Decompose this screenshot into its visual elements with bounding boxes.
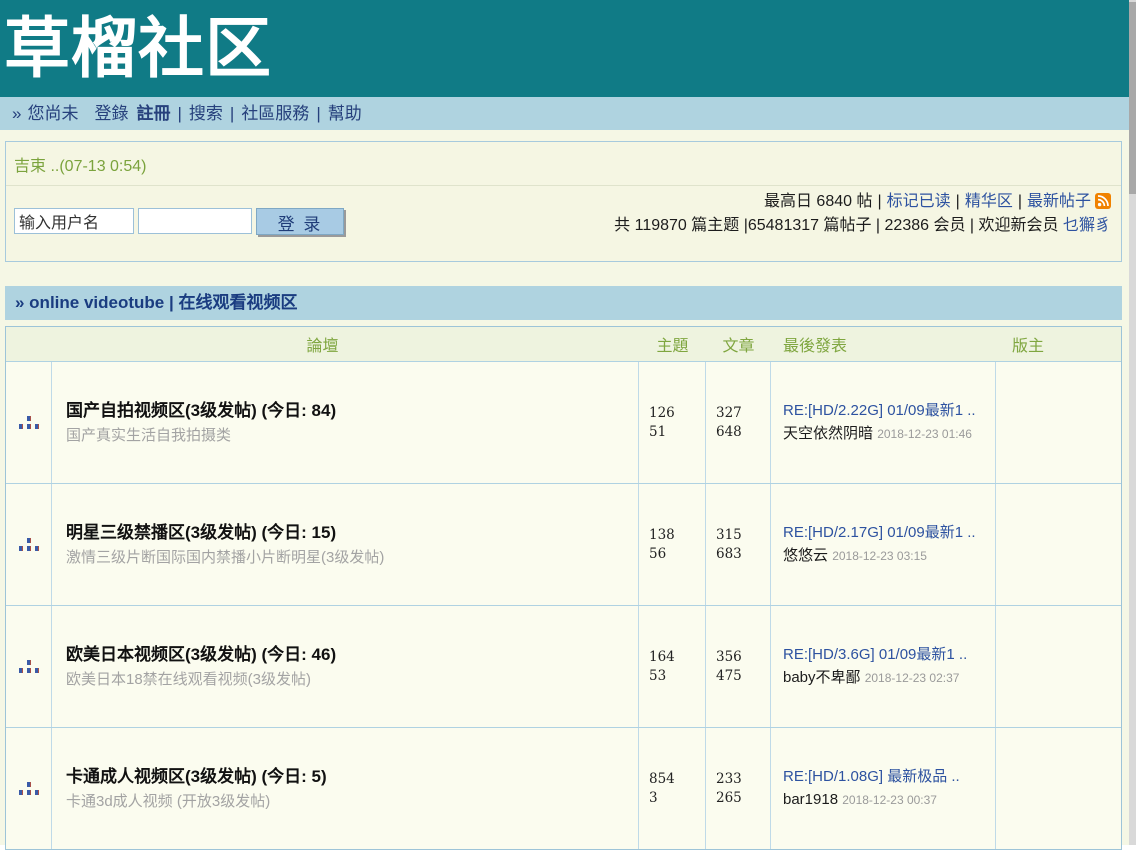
board-stats: 最高日 6840 帖|标记已读|精华区|最新帖子 共 119870 篇主题 |6… — [614, 190, 1113, 238]
topic-count: 13856 — [649, 526, 683, 562]
nav-services-link[interactable]: 社區服務 — [241, 104, 309, 123]
nav-search-link[interactable]: 搜索 — [189, 104, 223, 123]
last-post-time: 2018-12-23 03:15 — [832, 549, 927, 563]
last-post-time: 2018-12-23 02:37 — [865, 671, 960, 685]
forum-description: 欧美日本18禁在线观看视频(3级发帖) — [66, 670, 628, 690]
stats-line-2: 共 119870 篇主题 |65481317 篇帖子 | 22386 会员 | … — [614, 214, 1111, 238]
last-post-author[interactable]: 天空依然阴暗 — [783, 425, 873, 442]
forum-status-icon — [6, 728, 52, 849]
broken-image-icon — [19, 416, 39, 429]
latest-posts-link[interactable]: 最新帖子 — [1027, 193, 1091, 210]
nav-login-link[interactable]: 登錄 — [94, 104, 128, 123]
forum-title-link[interactable]: 国产自拍视频区(3级发帖) (今日: 84) — [66, 400, 628, 422]
header-posts: 文章 — [706, 332, 771, 356]
topic-count: 12651 — [649, 404, 683, 440]
site-header: 草榴社区 — [0, 0, 1129, 97]
forum-status-icon — [6, 362, 52, 483]
forum-row: 国产自拍视频区(3级发帖) (今日: 84) 国产真实生活自我拍摄类 12651… — [6, 361, 1121, 483]
header-topics: 主題 — [639, 332, 706, 356]
forum-table: 論壇 主題 文章 最後發表 版主 国产自拍视频区(3级发帖) (今日: 84) … — [5, 326, 1122, 850]
totals-text: 共 119870 篇主题 |65481317 篇帖子 | 22386 会员 | … — [614, 217, 1058, 234]
topic-count: 8543 — [649, 770, 683, 806]
broken-image-icon — [19, 782, 39, 795]
category-section-title[interactable]: » online videotube | 在线观看视频区 — [5, 286, 1122, 320]
login-button[interactable]: 登 录 — [256, 208, 344, 235]
post-count: 315683 — [716, 526, 750, 562]
forum-title-link[interactable]: 明星三级禁播区(3级发帖) (今日: 15) — [66, 522, 628, 544]
login-status-text: 您尚未 — [27, 104, 78, 123]
forum-title-link[interactable]: 卡通成人视频区(3级发帖) (今日: 5) — [66, 766, 628, 788]
notice-login-panel: 吉束 ..(07-13 0:54) 登 录 最高日 6840 帖|标记已读|精华… — [5, 141, 1122, 262]
header-last-post: 最後發表 — [771, 332, 996, 356]
moderator-cell — [996, 606, 1121, 727]
nav-separator: | — [177, 104, 181, 123]
vertical-scrollbar[interactable] — [1129, 0, 1136, 845]
broken-image-icon — [19, 538, 39, 551]
header-moderator: 版主 — [996, 332, 1121, 356]
digest-link[interactable]: 精华区 — [965, 193, 1013, 210]
post-count: 356475 — [716, 648, 750, 684]
stats-separator: | — [877, 193, 881, 210]
last-post-link[interactable]: RE:[HD/3.6G] 01/09最新1 .. — [783, 644, 987, 665]
last-post-author[interactable]: 悠悠云 — [783, 547, 828, 564]
nav-separator: | — [316, 104, 320, 123]
top-navbar: » 您尚未登錄註冊 | 搜索 | 社區服務 | 幫助 — [0, 97, 1129, 130]
moderator-cell — [996, 728, 1121, 849]
forum-row: 卡通成人视频区(3级发帖) (今日: 5) 卡通3d成人视频 (开放3级发帖) … — [6, 727, 1121, 849]
forum-title-link[interactable]: 欧美日本视频区(3级发帖) (今日: 46) — [66, 644, 628, 666]
forum-description: 卡通3d成人视频 (开放3级发帖) — [66, 792, 628, 812]
last-post-time: 2018-12-23 01:46 — [877, 427, 972, 441]
forum-status-icon — [6, 484, 52, 605]
forum-description: 激情三级片断国际国内禁播小片断明星(3级发帖) — [66, 548, 628, 568]
username-input[interactable] — [14, 208, 134, 234]
post-count: 327648 — [716, 404, 750, 440]
rss-icon[interactable] — [1095, 193, 1111, 209]
last-post-author[interactable]: bar1918 — [783, 791, 838, 808]
last-post-time: 2018-12-23 00:37 — [842, 793, 937, 807]
announcement-text[interactable]: 吉束 ..(07-13 0:54) — [6, 142, 1121, 186]
post-count: 233265 — [716, 770, 750, 806]
last-post-link[interactable]: RE:[HD/1.08G] 最新极品 .. — [783, 766, 987, 787]
forum-description: 国产真实生活自我拍摄类 — [66, 426, 628, 446]
password-input[interactable] — [138, 208, 252, 234]
mark-read-link[interactable]: 标记已读 — [887, 193, 951, 210]
moderator-cell — [996, 362, 1121, 483]
nav-help-link[interactable]: 幫助 — [328, 104, 362, 123]
site-logo-title: 草榴社区 — [0, 0, 1129, 92]
scrollbar-thumb[interactable] — [1129, 2, 1136, 194]
stats-separator: | — [1018, 193, 1022, 210]
last-post-link[interactable]: RE:[HD/2.22G] 01/09最新1 .. — [783, 400, 987, 421]
daily-record-text: 最高日 6840 帖 — [764, 193, 873, 210]
topic-count: 16453 — [649, 648, 683, 684]
header-forum: 論壇 — [6, 332, 639, 356]
moderator-cell — [996, 484, 1121, 605]
new-member-link[interactable]: 乜獬豸 — [1063, 217, 1111, 234]
last-post-author[interactable]: baby不卑鄙 — [783, 669, 861, 686]
login-form: 登 录 — [14, 204, 344, 238]
nav-register-link[interactable]: 註冊 — [136, 104, 170, 123]
broken-image-icon — [19, 660, 39, 673]
last-post-link[interactable]: RE:[HD/2.17G] 01/09最新1 .. — [783, 522, 987, 543]
stats-line-1: 最高日 6840 帖|标记已读|精华区|最新帖子 — [614, 190, 1111, 214]
stats-separator: | — [956, 193, 960, 210]
page: 草榴社区 » 您尚未登錄註冊 | 搜索 | 社區服務 | 幫助 吉束 ..(07-13 0:5… — [0, 0, 1129, 845]
forum-row: 明星三级禁播区(3级发帖) (今日: 15) 激情三级片断国际国内禁播小片断明星… — [6, 483, 1121, 605]
forum-row: 欧美日本视频区(3级发帖) (今日: 46) 欧美日本18禁在线观看视频(3级发… — [6, 605, 1121, 727]
nav-arrow: » — [12, 104, 21, 123]
nav-separator: | — [230, 104, 234, 123]
forum-status-icon — [6, 606, 52, 727]
forum-table-header: 論壇 主題 文章 最後發表 版主 — [6, 327, 1121, 361]
